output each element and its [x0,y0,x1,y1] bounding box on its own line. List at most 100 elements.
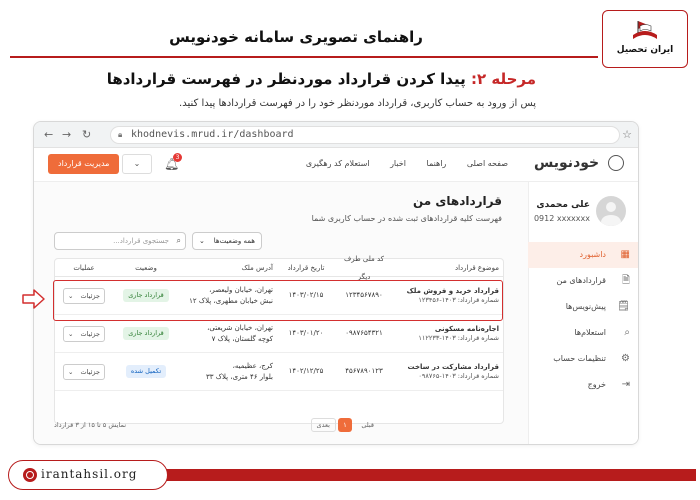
details-label: جزئیات [80,367,100,376]
contract-subject-cell: قرارداد مشارکت در ساخت شماره قرارداد: ۱۴… [393,353,503,390]
details-label: جزئیات [80,329,100,338]
sidebar-item-my-contracts[interactable]: 🗎︎ قراردادهای من [528,268,638,294]
row-highlight-frame [53,280,503,321]
pagination-current-page[interactable]: ۱ [338,418,352,432]
actions-cell: جزئیات ⌄ [53,353,115,390]
section-title: قراردادهای من [412,194,502,208]
contract-date: ۱۴۰۲/۱۲/۲۵ [288,367,324,376]
sidebar-item-drafts[interactable]: 🗒︎ پیش‌نویس‌ها [528,294,638,320]
brand-name: خودنویس [533,155,600,171]
notification-badge: 3 [173,153,182,162]
pagination: قبلی ۱ بعدی نمایش ۵ تا ۱۵ از ۳ قرارداد [54,418,504,434]
book-flag-icon [629,17,661,43]
browser-toolbar: ← → ↻ 🔒︎ khodnevis.mrud.ir/dashboard ☆ [34,122,638,148]
status-filter-value: همه وضعیت‌ها [213,237,255,245]
gear-icon: ⚙︎ [621,353,630,364]
chevron-down-icon: ⌄ [133,159,141,168]
address-line: تهران، خیابان شریعتی، [207,324,273,333]
header-divider [10,56,598,58]
sidebar-item-label: استعلام‌ها [574,328,606,337]
logo-caption: ایران تحصیل [616,45,674,55]
page-title: راهنمای تصویری سامانه خودنویس [169,28,423,46]
pointer-arrow-icon [22,289,45,309]
account-dropdown[interactable]: ⌄ [122,154,152,174]
column-header: کد ملی طرف دیگر [343,254,385,281]
step-description: پس از ورود به حساب کاربری، قرارداد موردن… [179,98,536,109]
nav-help[interactable]: راهنما [427,159,447,168]
address-line: کوچه گلستان، پلاک ۷ [211,334,273,343]
sidebar-item-inquiries[interactable]: ⌕ استعلام‌ها [528,320,638,346]
sidebar-item-label: قراردادهای من [556,276,606,285]
column-header: آدرس ملک [241,263,273,272]
address-line: کرج، عظیمیه، [232,362,273,371]
address-bar[interactable]: 🔒︎ khodnevis.mrud.ir/dashboard [110,126,620,144]
step-label: مرحله ۲: [470,70,536,88]
column-header: وضعیت [135,263,157,272]
status-badge: تکمیل شده [125,364,167,379]
chevron-down-icon: ⌄ [199,237,205,245]
back-icon[interactable]: ← [44,128,53,141]
reload-icon[interactable]: ↻ [82,128,91,141]
nav-tracking-inquiry[interactable]: استعلام کد رهگیری [306,159,370,168]
search-icon: ⌕ [624,327,630,338]
sidebar-item-label: داشبورد [579,250,606,259]
contract-search-input[interactable]: ⌕ جستجوی قرارداد... [54,232,186,250]
sidebar-item-account-settings[interactable]: ⚙︎ تنظیمات حساب [528,346,638,372]
footer-bar [160,469,696,481]
search-icon: ⌕ [176,236,181,245]
contract-number: شماره قرارداد: ۱۴۰۳-۰۹۸۷۶۵ [418,371,499,380]
status-badge: قرارداد جاری [123,326,169,341]
column-header: تاریخ قرارداد [287,263,325,272]
file-icon: 🗎︎ [621,275,630,286]
nav-home[interactable]: صفحه اصلی [467,159,508,168]
sidebar-item-label: تنظیمات حساب [553,354,606,363]
brand-logo[interactable]: خودنویس [534,155,624,171]
manage-contract-button[interactable]: مدیریت قرارداد [48,154,120,174]
user-name: علی محمدی [536,200,590,210]
bookmark-star-icon[interactable]: ☆ [622,128,632,141]
details-button[interactable]: جزئیات ⌄ [63,325,105,342]
address-line: بلوار ۴۶ متری، پلاک ۳۳ [205,372,273,381]
property-address: کرج، عظیمیه، بلوار ۴۶ متری، پلاک ۳۳ [177,353,277,390]
chevron-down-icon: ⌄ [68,329,74,338]
status-cell: تکمیل شده [115,353,177,390]
sidebar-item-label: خروج [587,380,606,389]
chevron-down-icon: ⌄ [68,367,74,376]
table-header: موضوع قرارداد کد ملی طرف دیگر تاریخ قرار… [55,254,503,281]
column-header: عملیات [73,263,95,272]
nav-news[interactable]: اخبار [390,159,406,168]
app-topbar: خودنویس صفحه اصلی راهنما اخبار استعلام ک… [34,148,638,182]
sidebar-menu: ▦ داشبورد 🗎︎ قراردادهای من 🗒︎ پیش‌نویس‌ه… [528,242,638,398]
details-button[interactable]: جزئیات ⌄ [63,363,105,380]
pagination-prev[interactable]: قبلی [361,421,374,429]
brand-icon [608,155,624,171]
main-nav: صفحه اصلی راهنما اخبار استعلام کد رهگیری [288,159,508,168]
site-logo: ایران تحصیل [602,10,688,68]
contract-title: اجاره‌نامه مسکونی [434,324,499,333]
pagination-next[interactable]: بعدی [310,418,336,432]
sidebar-item-logout[interactable]: ⇥ خروج [528,372,638,398]
column-header: موضوع قرارداد [454,263,499,272]
footer-site-badge[interactable]: irantahsil.org [8,460,168,490]
contract-title: قرارداد مشارکت در ساخت [407,362,499,371]
logout-icon: ⇥ [621,379,630,390]
avatar[interactable] [596,196,626,226]
sidebar-item-dashboard[interactable]: ▦ داشبورد [528,242,638,268]
globe-icon [23,468,37,482]
section-subtitle: فهرست کلیه قراردادهای ثبت شده در حساب کا… [311,214,502,223]
sidebar-item-label: پیش‌نویس‌ها [565,302,606,311]
contract-number: شماره قرارداد: ۱۴۰۳-۱۱۲۲۳۳ [418,333,499,342]
footer-url: irantahsil.org [41,467,138,481]
url-text: khodnevis.mrud.ir/dashboard [131,129,294,140]
national-id: ۴۵۶۷۸۹۰۱۲۳ [345,367,383,376]
step-title: پیدا کردن قرارداد موردنظر در فهرست قرارد… [106,70,466,88]
user-phone: 0912 xxxxxxx [533,214,590,223]
forward-icon[interactable]: → [62,128,71,141]
document-icon: 🗒︎ [617,301,630,312]
status-filter-dropdown[interactable]: همه وضعیت‌ها ⌄ [192,232,262,250]
table-row[interactable]: قرارداد مشارکت در ساخت شماره قرارداد: ۱۴… [55,353,503,391]
sidebar: علی محمدی 0912 xxxxxxx ▦ داشبورد 🗎︎ قرار… [528,182,638,444]
grid-icon: ▦ [620,249,630,260]
step-heading: مرحله ۲: پیدا کردن قرارداد موردنظر در فه… [107,70,536,88]
search-placeholder: جستجوی قرارداد... [113,237,169,245]
